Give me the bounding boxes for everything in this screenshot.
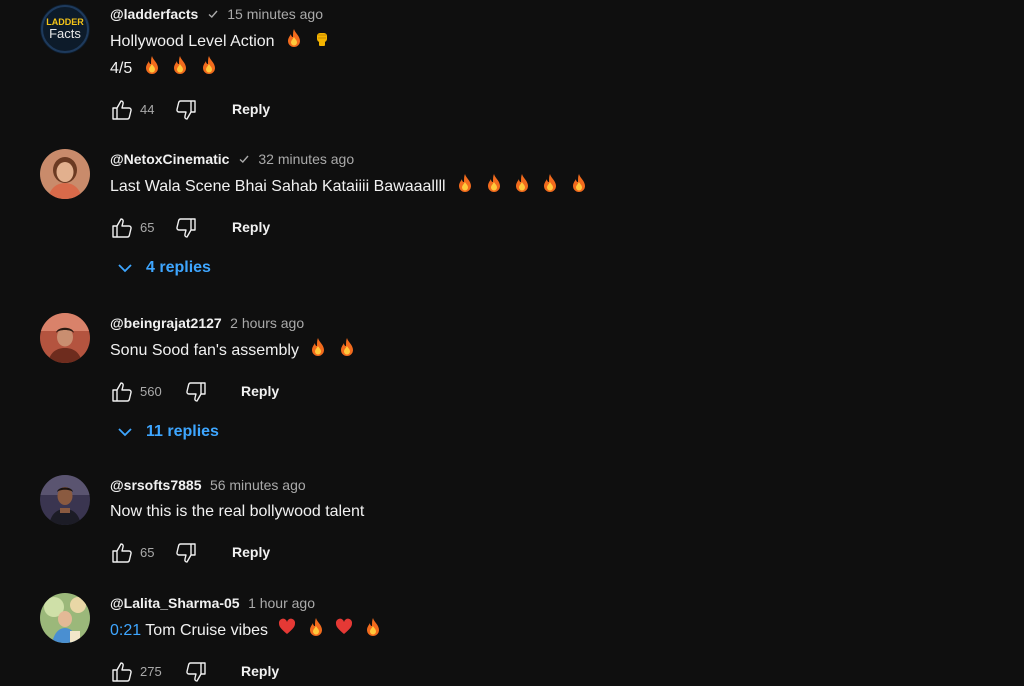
comment-time[interactable]: 56 minutes ago [210,477,306,493]
timestamp-link[interactable]: 0:21 [110,622,141,639]
thumbs-down-icon [186,382,206,402]
comment-body: @ladderfacts 15 minutes ago Hollywood Le… [110,4,331,124]
comment-body: @beingrajat2127 2 hours ago Sonu Sood fa… [110,313,356,406]
comment-time[interactable]: 15 minutes ago [227,6,323,22]
fire-emoji-icon [364,617,382,637]
like-button[interactable] [108,378,136,406]
view-replies-button[interactable]: 4 replies [116,259,211,277]
comment-actions: 275 Reply [110,658,382,686]
verified-check-icon [238,153,250,165]
comment-header: @srsofts7885 56 minutes ago [110,475,364,495]
comment-actions: 65 Reply [110,214,588,242]
comment-header: @Lalita_Sharma-05 1 hour ago [110,593,382,613]
comment-text-line: Hollywood Level Action [110,33,275,50]
comment-text-line: 4/5 [110,60,133,77]
fire-emoji-icon [541,173,559,193]
comment-time[interactable]: 2 hours ago [230,315,304,331]
fire-emoji-icon [485,173,503,193]
comment-text: Hollywood Level Action 4/5 [110,28,331,82]
comment-time[interactable]: 1 hour ago [248,595,315,611]
fire-emoji-icon [143,55,161,75]
like-count: 560 [140,384,162,399]
comment-header: @ladderfacts 15 minutes ago [110,4,331,24]
comment-header: @NetoxCinematic 32 minutes ago [110,149,588,169]
fire-emoji-icon [456,173,474,193]
dislike-button[interactable] [172,539,200,567]
thumbs-up-icon [112,100,132,120]
comment-text: Sonu Sood fan's assembly [110,337,356,364]
comment-body: @srsofts7885 56 minutes ago Now this is … [110,475,364,567]
comment-text-line: Now this is the real bollywood talent [110,503,365,520]
comment-text-line: Sonu Sood fan's assembly [110,342,299,359]
like-count: 65 [140,545,155,560]
like-button[interactable] [108,539,136,567]
dislike-button[interactable] [182,658,210,686]
fire-emoji-icon [285,28,303,48]
dislike-button[interactable] [172,214,200,242]
comment-time[interactable]: 32 minutes ago [258,151,354,167]
dislike-button[interactable] [172,96,200,124]
thumbs-down-icon [176,543,196,563]
like-button[interactable] [108,96,136,124]
fire-emoji-icon [338,337,356,357]
replies-count: 4 replies [146,259,211,276]
author-handle[interactable]: @srsofts7885 [110,477,201,493]
author-handle[interactable]: @ladderfacts [110,6,198,22]
comment-body: @Lalita_Sharma-05 1 hour ago 0:21 Tom Cr… [110,593,382,686]
thumbs-up-icon [112,543,132,563]
comment-text: Now this is the real bollywood talent [110,499,364,525]
author-handle[interactable]: @Lalita_Sharma-05 [110,595,240,611]
view-replies-button[interactable]: 11 replies [116,423,219,441]
thumbs-down-icon [176,100,196,120]
fire-emoji-icon [307,617,325,637]
like-button[interactable] [108,214,136,242]
thumbs-down-icon [186,662,206,682]
reply-button[interactable]: Reply [232,101,270,117]
comment-text: 0:21 Tom Cruise vibes [110,617,382,644]
comment-actions: 65 Reply [110,539,364,567]
dislike-button[interactable] [182,378,210,406]
avatar[interactable] [40,313,90,363]
comment-text-line: Tom Cruise vibes [145,622,268,639]
avatar[interactable] [40,149,90,199]
heart-emoji-icon [335,617,353,637]
fire-emoji-icon [570,173,588,193]
thumbs-up-icon [112,382,132,402]
comment-header: @beingrajat2127 2 hours ago [110,313,356,333]
fire-emoji-icon [171,55,189,75]
heart-emoji-icon [278,617,296,637]
author-handle[interactable]: @NetoxCinematic [110,151,229,167]
fire-emoji-icon [309,337,327,357]
fire-emoji-icon [513,173,531,193]
like-count: 65 [140,220,155,235]
reply-button[interactable]: Reply [241,383,279,399]
reply-button[interactable]: Reply [232,219,270,235]
thumbs-up-icon [112,218,132,238]
avatar[interactable] [40,475,90,525]
chevron-down-icon [118,264,132,273]
reply-button[interactable]: Reply [232,544,270,560]
avatar-logo-text: Facts [49,26,81,41]
avatar[interactable] [40,593,90,643]
replies-count: 11 replies [146,423,219,440]
comment-text: Last Wala Scene Bhai Sahab Kataiiii Bawa… [110,173,588,200]
comment-body: @NetoxCinematic 32 minutes ago Last Wala… [110,149,588,242]
like-button[interactable] [108,658,136,686]
fire-emoji-icon [200,55,218,75]
comment-actions: 560 Reply [110,378,356,406]
comment-actions: 44 Reply [110,96,331,124]
avatar[interactable]: LADDER Facts [40,4,90,54]
verified-check-icon [207,8,219,20]
comment-text-line: Last Wala Scene Bhai Sahab Kataiiii Bawa… [110,178,446,195]
reply-button[interactable]: Reply [241,663,279,679]
thumbs-down-icon [176,218,196,238]
like-count: 275 [140,664,162,679]
thumbs-up-icon [112,662,132,682]
like-count: 44 [140,102,155,117]
author-handle[interactable]: @beingrajat2127 [110,315,222,331]
chevron-down-icon [118,428,132,437]
raised-fist-emoji-icon [313,28,331,48]
